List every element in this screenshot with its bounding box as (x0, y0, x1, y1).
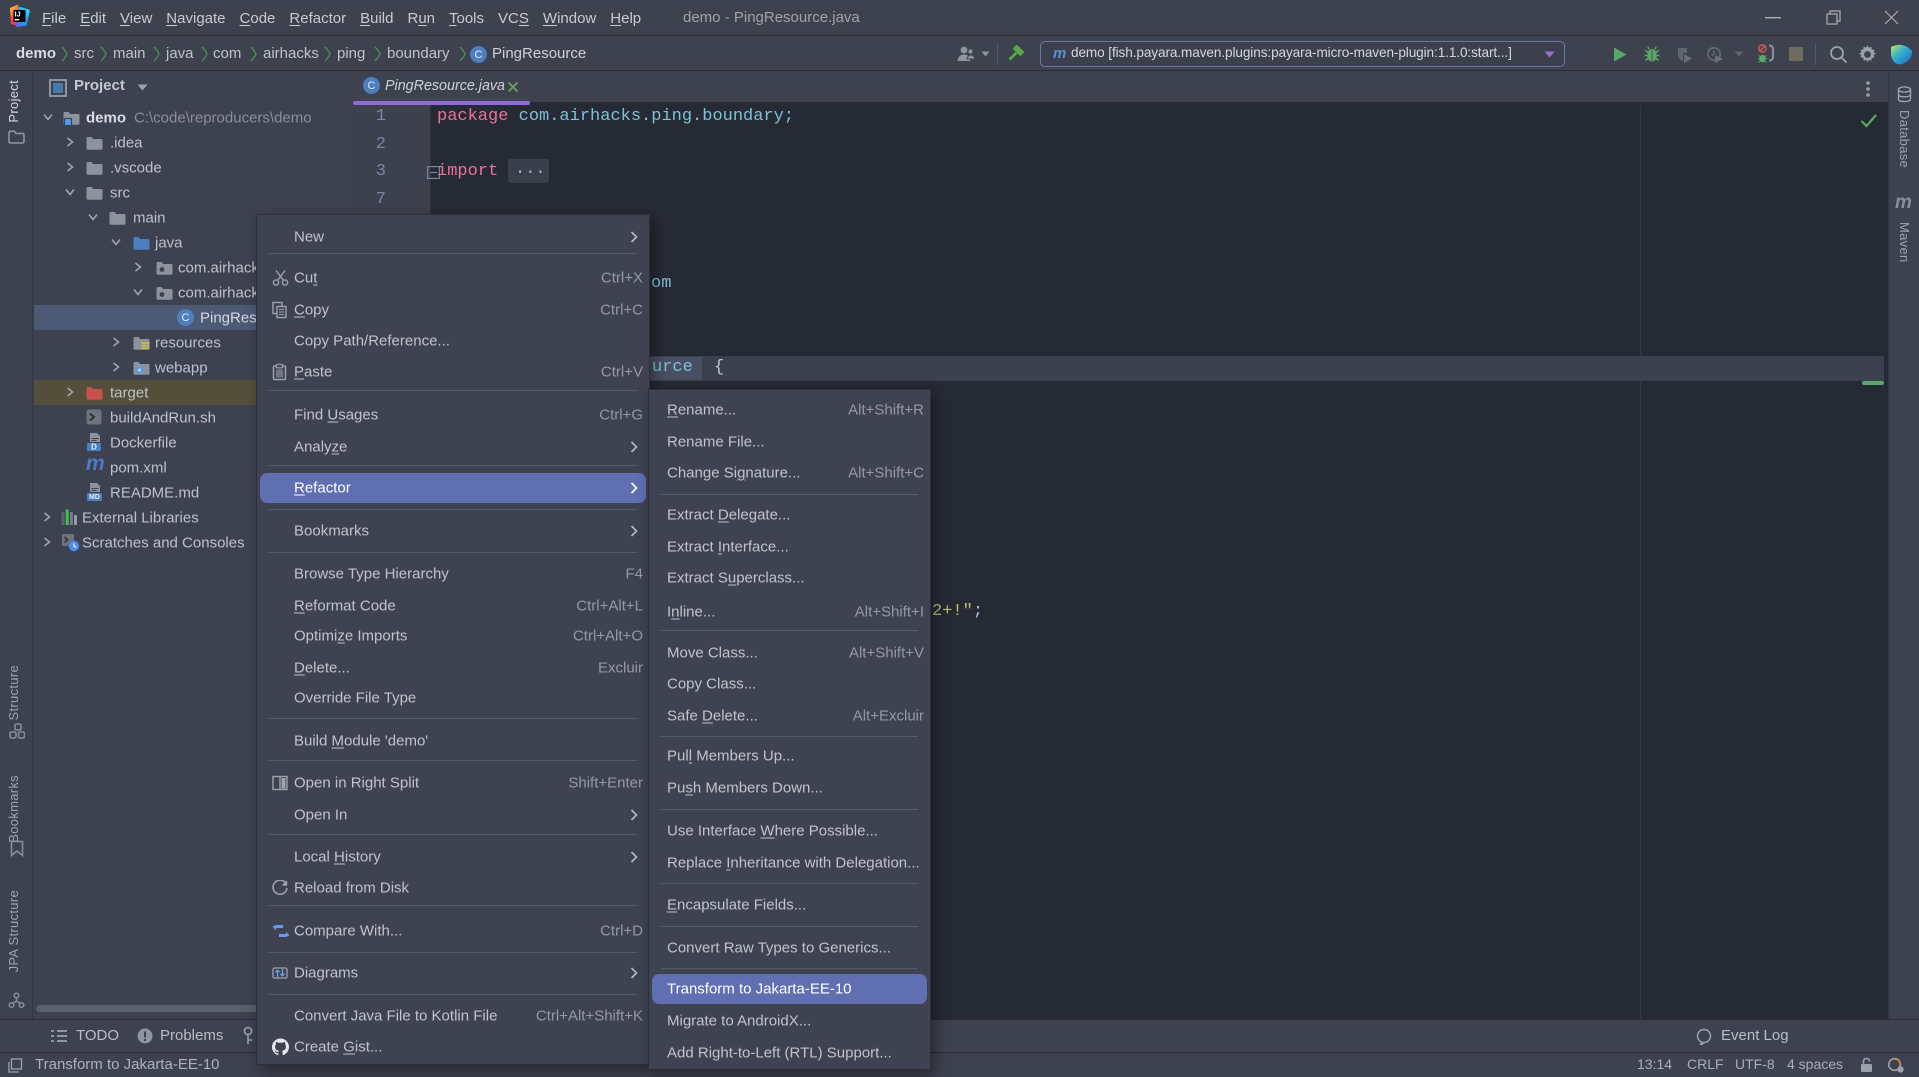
svg-text:MD: MD (89, 494, 100, 501)
svg-text:IJ: IJ (15, 10, 21, 19)
svg-text:D: D (91, 442, 97, 451)
